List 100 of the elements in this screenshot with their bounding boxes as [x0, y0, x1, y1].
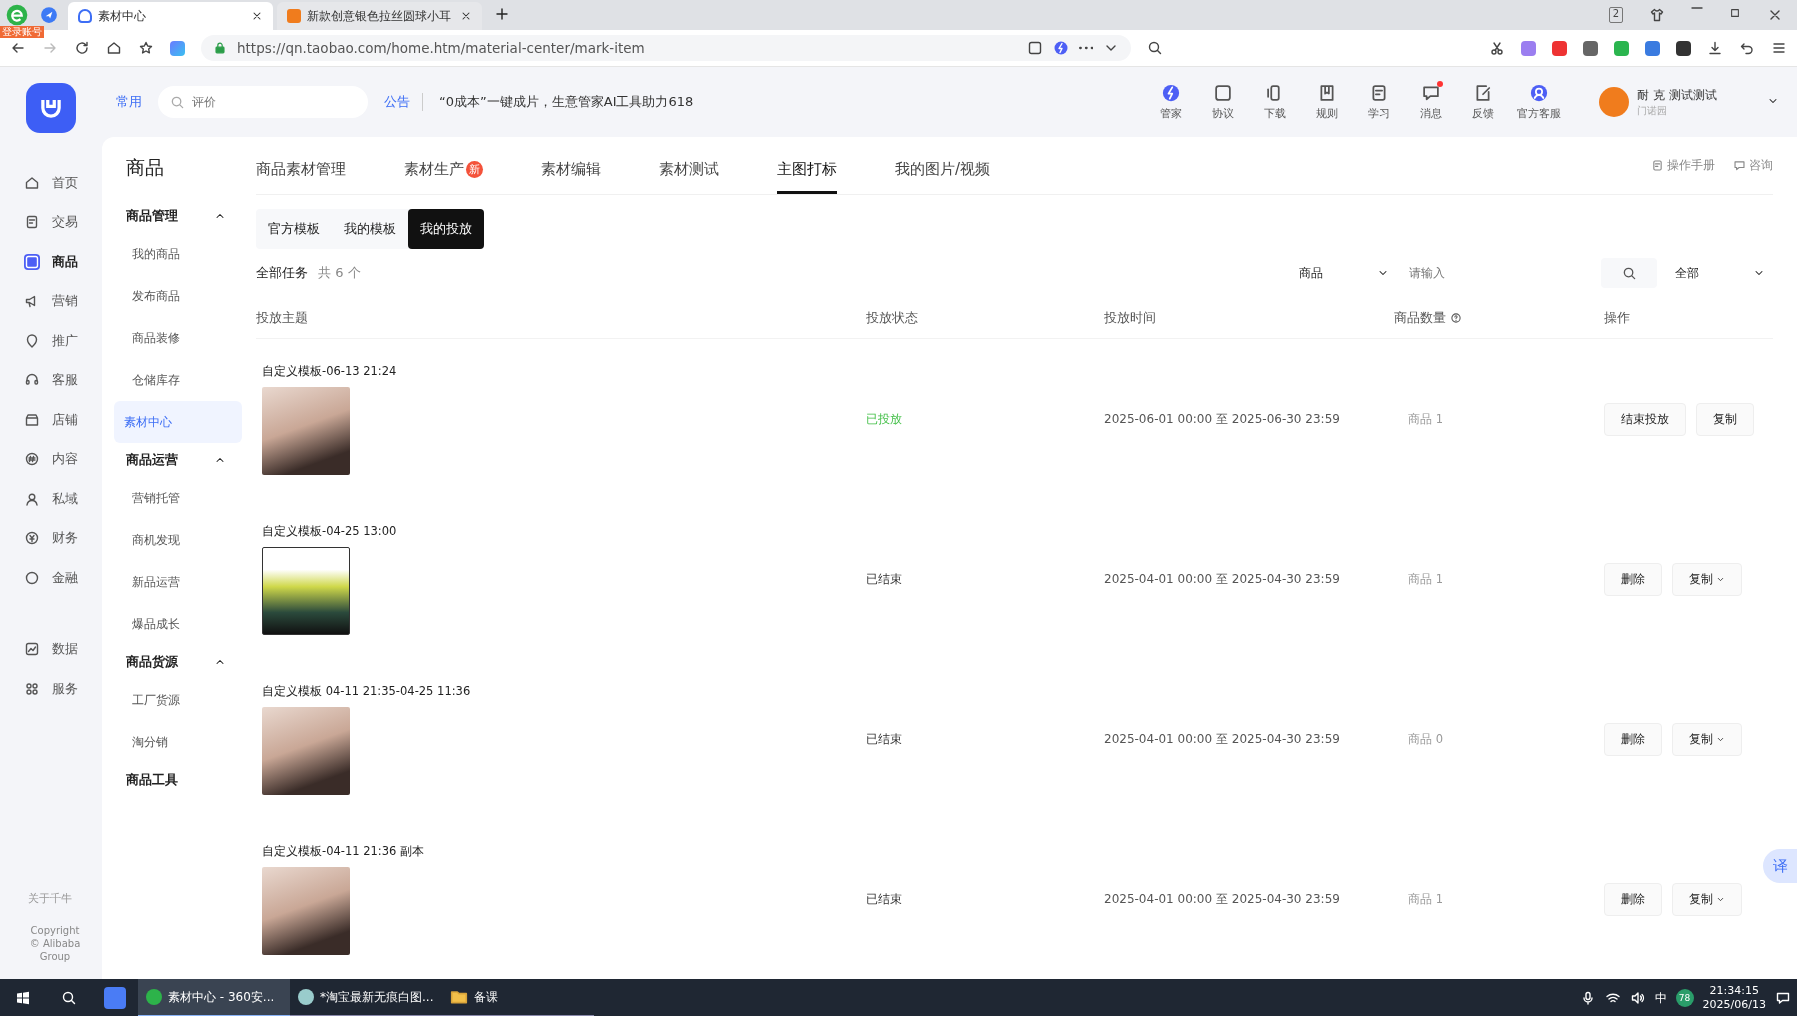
- sidebar-item[interactable]: 营销托管: [114, 477, 242, 519]
- item-count: 商品 1: [1407, 411, 1444, 427]
- book-icon: [1651, 158, 1664, 172]
- app-icon[interactable]: [104, 987, 126, 1009]
- sidebar-item[interactable]: 发布商品: [114, 275, 242, 317]
- search-field[interactable]: 评价: [158, 86, 368, 118]
- action-button[interactable]: 复制: [1696, 402, 1754, 436]
- search-button[interactable]: [1601, 258, 1657, 289]
- row-title: 自定义模板-04-11 21:36 副本: [262, 843, 426, 859]
- column-header: 投放状态: [866, 309, 918, 327]
- type-dropdown[interactable]: 商品: [1291, 258, 1397, 289]
- header-tool[interactable]: 官方客服: [1517, 83, 1561, 121]
- browser-logo-icon[interactable]: [6, 4, 28, 26]
- sidebar-group[interactable]: 商品管理: [114, 199, 252, 233]
- close-icon: [251, 10, 263, 22]
- browser-tab[interactable]: 素材中心: [68, 2, 273, 30]
- row-title: 自定义模板-06-13 21:24: [262, 363, 398, 379]
- house-icon: [24, 174, 40, 191]
- status-dropdown[interactable]: 全部: [1667, 258, 1773, 289]
- menu-icon: [1771, 40, 1787, 56]
- header-tool[interactable]: 反馈: [1465, 83, 1501, 121]
- segment-tab[interactable]: 官方模板: [256, 208, 332, 249]
- sidebar-item[interactable]: 商品装修: [114, 317, 242, 359]
- nav-item[interactable]: 交易: [0, 202, 102, 242]
- nav-item[interactable]: 首页: [0, 163, 102, 203]
- summary-label: 全部任务: [256, 264, 308, 283]
- tab[interactable]: 主图打标: [777, 147, 837, 194]
- sidebar-item[interactable]: 淘分销: [114, 721, 242, 763]
- shield-icon[interactable]: [40, 6, 58, 24]
- tab[interactable]: 我的图片/视频: [895, 147, 991, 194]
- row-title: 自定义模板 04-11 21:35-04-25 11:36: [262, 683, 472, 699]
- nav-item[interactable]: 商品: [0, 242, 102, 282]
- sidebar-item[interactable]: 爆品成长: [114, 603, 242, 645]
- header-tool[interactable]: 下载: [1257, 83, 1293, 121]
- address-bar[interactable]: https://qn.taobao.com/home.htm/material-center/mark-item: [201, 35, 1131, 61]
- sidebar-item[interactable]: 工厂货源: [114, 679, 242, 721]
- extension-icon[interactable]: [1583, 40, 1598, 56]
- sidebar-group[interactable]: 商品工具: [114, 763, 252, 797]
- column-header: 操作: [1604, 309, 1630, 327]
- nav-item[interactable]: 金融: [0, 558, 102, 598]
- sidebar-item[interactable]: 我的商品: [114, 233, 242, 275]
- segment-tab[interactable]: 我的投放: [408, 208, 484, 249]
- clock[interactable]: 21:34:15 2025/06/13: [1702, 983, 1766, 1013]
- action-button[interactable]: 结束投放: [1604, 402, 1686, 436]
- ai-icon[interactable]: [170, 40, 185, 56]
- header-tool[interactable]: 学习: [1361, 83, 1397, 121]
- tab-count[interactable]: 2: [1608, 7, 1623, 23]
- sidebar-item[interactable]: 仓储库存: [114, 359, 242, 401]
- grid-icon: [24, 680, 40, 697]
- sidebar-item[interactable]: 新品运营: [114, 561, 242, 603]
- header-tool[interactable]: 管家: [1153, 83, 1189, 121]
- sidebar-group[interactable]: 商品运营: [114, 443, 252, 477]
- header-tool[interactable]: 规则: [1309, 83, 1345, 121]
- notice-text[interactable]: “0成本”一键成片，生意管家AI工具助力618: [439, 93, 1137, 111]
- new-badge: 新: [466, 160, 483, 178]
- extension-icon[interactable]: [1676, 40, 1691, 56]
- action-button[interactable]: 复制: [1672, 562, 1742, 596]
- header-tool[interactable]: 消息: [1413, 83, 1449, 121]
- ime-indicator[interactable]: 中: [1654, 989, 1667, 1007]
- taskbar-item[interactable]: *淘宝最新无痕白图...: [290, 979, 442, 1016]
- frequent-link[interactable]: 常用: [116, 93, 142, 111]
- action-button[interactable]: 删除: [1604, 562, 1662, 596]
- tab[interactable]: 素材编辑: [541, 147, 601, 194]
- nav-item[interactable]: 营销: [0, 281, 102, 321]
- help-link[interactable]: 操作手册: [1651, 156, 1715, 174]
- tab[interactable]: 商品素材管理: [256, 147, 346, 194]
- nav-item[interactable]: 推广: [0, 321, 102, 361]
- nav-item[interactable]: 服务: [0, 669, 102, 709]
- browser-tab[interactable]: 新款创意银色拉丝圆球小耳: [277, 2, 482, 30]
- time-range: 2025-06-01 00:00 至 2025-06-30 23:59: [1104, 410, 1341, 428]
- header-tool[interactable]: 协议: [1205, 83, 1241, 121]
- sidebar-group[interactable]: 商品货源: [114, 645, 252, 679]
- coin-icon: [24, 530, 40, 547]
- tab[interactable]: 素材测试: [659, 147, 719, 194]
- help-link[interactable]: 咨询: [1733, 156, 1773, 174]
- segment-tab[interactable]: 我的模板: [332, 208, 408, 249]
- close-icon: [460, 10, 472, 22]
- tab[interactable]: 素材生产 新: [404, 147, 483, 194]
- taskbar-item[interactable]: 素材中心 - 360安...: [138, 979, 290, 1016]
- action-button[interactable]: 删除: [1604, 882, 1662, 916]
- notice-label[interactable]: 公告: [384, 93, 423, 111]
- action-button[interactable]: 复制: [1672, 882, 1742, 916]
- action-button[interactable]: 删除: [1604, 722, 1662, 756]
- item-count: 商品 1: [1407, 571, 1444, 587]
- nav-item[interactable]: 财务: [0, 518, 102, 558]
- taskbar-item[interactable]: 备课: [442, 979, 594, 1016]
- nav-item[interactable]: 店铺: [0, 400, 102, 440]
- app-logo-icon[interactable]: [26, 83, 76, 133]
- status-text: 已投放: [866, 410, 903, 428]
- sidebar-item[interactable]: 商机发现: [114, 519, 242, 561]
- column-header: 商品数量: [1394, 309, 1446, 327]
- search-icon: [61, 990, 77, 1006]
- user-menu[interactable]: 耐 克 测试测试 门诺园: [1599, 86, 1779, 118]
- sidebar-item[interactable]: 素材中心: [114, 401, 242, 443]
- nav-item[interactable]: 内容: [0, 439, 102, 479]
- translate-button[interactable]: 译: [1763, 849, 1797, 883]
- nav-item[interactable]: 数据: [0, 629, 102, 669]
- nav-item[interactable]: 客服: [0, 360, 102, 400]
- action-button[interactable]: 复制: [1672, 722, 1742, 756]
- nav-item[interactable]: 私域: [0, 479, 102, 519]
